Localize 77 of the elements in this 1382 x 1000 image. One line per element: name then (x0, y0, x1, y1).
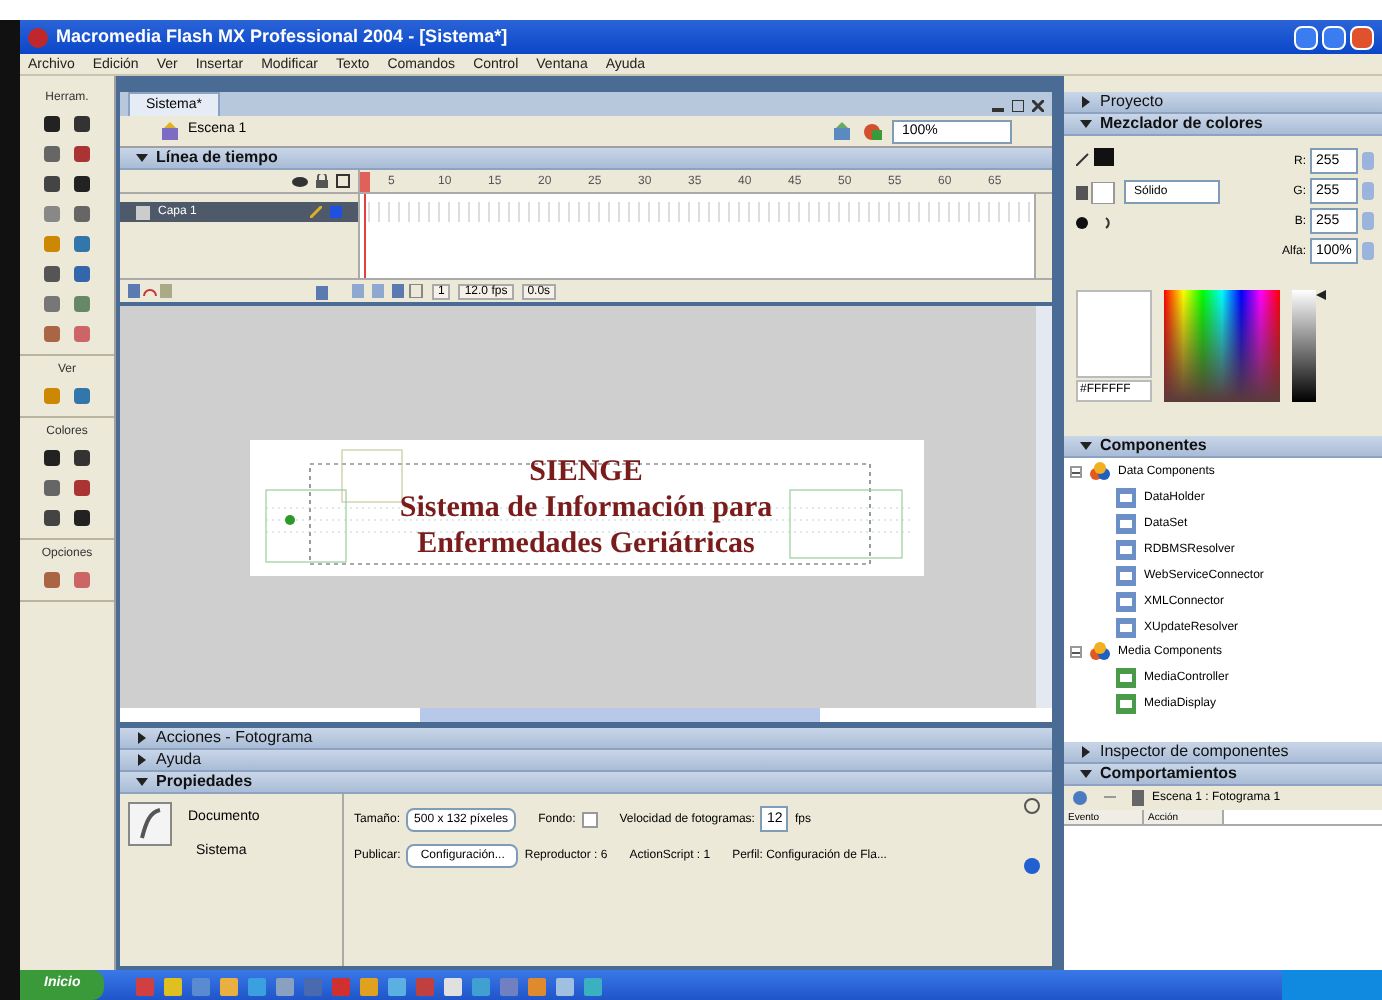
collapse-arrow-icon[interactable] (136, 776, 148, 788)
help-icon[interactable] (1024, 798, 1040, 814)
panel-header[interactable]: Acciones - Fotograma (120, 728, 1052, 750)
panel-header[interactable]: Línea de tiempo (120, 148, 1052, 170)
component-package-icon (1090, 642, 1110, 662)
color-spectrum[interactable] (1164, 290, 1280, 402)
scene-icon (160, 121, 180, 141)
tool-icon[interactable] (70, 446, 94, 470)
panel-header[interactable]: Propiedades (120, 772, 1052, 794)
slider-thumb[interactable] (1316, 290, 1326, 300)
panel-title: Mezclador de colores (1100, 116, 1263, 132)
panel-title: Inspector de componentes (1100, 744, 1289, 760)
horizontal-scrollbar[interactable] (120, 708, 1052, 722)
panel-header[interactable]: Comportamientos (1064, 764, 1382, 786)
lock-icon[interactable] (316, 174, 328, 188)
tool-icon[interactable] (40, 446, 64, 470)
panel-title: Ayuda (156, 752, 202, 768)
panel-title: Proyecto (1100, 94, 1164, 110)
outline-icon[interactable] (336, 174, 350, 188)
trash-icon[interactable] (316, 283, 328, 299)
close-icon[interactable] (1032, 100, 1044, 112)
panel-title: Propiedades (156, 774, 253, 790)
tree-toggle[interactable] (1070, 466, 1082, 478)
add-behavior-icon[interactable] (1072, 790, 1088, 806)
component-package-icon (1090, 462, 1110, 482)
app-logo-icon (28, 27, 48, 47)
expand-icon[interactable] (1024, 858, 1040, 874)
flash-document-icon (128, 802, 172, 846)
tool-icon[interactable] (70, 172, 94, 196)
window-title: Macromedia Flash MX Professional 2004 - [Sistema*] (56, 23, 508, 50)
playhead-icon[interactable] (360, 171, 370, 191)
restore-icon[interactable] (1012, 100, 1024, 112)
layer-icon (136, 205, 150, 219)
color-preview (1076, 290, 1152, 378)
tool-icon[interactable] (40, 506, 64, 530)
tool-icon[interactable] (70, 506, 94, 530)
stage-text: Enfermedades Geriátricas (417, 525, 755, 561)
collapse-arrow-icon[interactable] (1080, 440, 1092, 452)
vertical-scrollbar[interactable] (1036, 306, 1052, 708)
edit-symbols-icon[interactable] (832, 121, 854, 141)
document-icon (1132, 790, 1144, 806)
panel-header[interactable]: Proyecto (1064, 92, 1382, 114)
background-color-swatch[interactable] (581, 811, 598, 827)
panel-title: Línea de tiempo (156, 150, 278, 166)
panel-title: Componentes (1100, 438, 1207, 454)
tool-icon[interactable] (40, 172, 64, 196)
panel-header[interactable]: Ayuda (120, 750, 1052, 772)
minimize-button[interactable] (1294, 25, 1318, 49)
tool-icon[interactable] (70, 112, 94, 136)
panel-header[interactable]: Mezclador de colores (1064, 114, 1382, 136)
stage-text: Sistema de Información para (399, 489, 773, 525)
panel-title: Comportamientos (1100, 766, 1237, 782)
stroke-color-icon[interactable] (1076, 148, 1116, 166)
panel-header[interactable]: Inspector de componentes (1064, 742, 1382, 764)
tool-icon[interactable] (40, 112, 64, 136)
close-button[interactable] (1350, 25, 1374, 49)
brightness-slider[interactable] (1292, 290, 1326, 402)
layer-color-swatch[interactable] (330, 206, 342, 218)
expand-arrow-icon[interactable] (136, 754, 148, 766)
system-tray (1282, 970, 1382, 1000)
maximize-button[interactable] (1322, 25, 1346, 49)
panel-header[interactable]: Componentes (1064, 436, 1382, 458)
collapse-arrow-icon[interactable] (1080, 768, 1092, 780)
pencil-icon (310, 206, 322, 218)
expand-arrow-icon[interactable] (1080, 746, 1092, 758)
collapse-arrow-icon[interactable] (1080, 118, 1092, 130)
expand-arrow-icon[interactable] (136, 732, 148, 744)
fill-color-icon[interactable] (1076, 181, 1116, 203)
edit-scene-icon[interactable] (862, 121, 884, 141)
tree-toggle[interactable] (1070, 646, 1082, 658)
expand-arrow-icon[interactable] (1080, 96, 1092, 108)
collapse-arrow-icon[interactable] (136, 152, 148, 164)
add-layer-icon[interactable] (128, 284, 172, 298)
tool-icon[interactable] (40, 262, 64, 286)
stage-text: SIENGE (529, 453, 643, 489)
panel-title: Acciones - Fotograma (156, 730, 313, 746)
eye-icon[interactable] (292, 175, 308, 187)
